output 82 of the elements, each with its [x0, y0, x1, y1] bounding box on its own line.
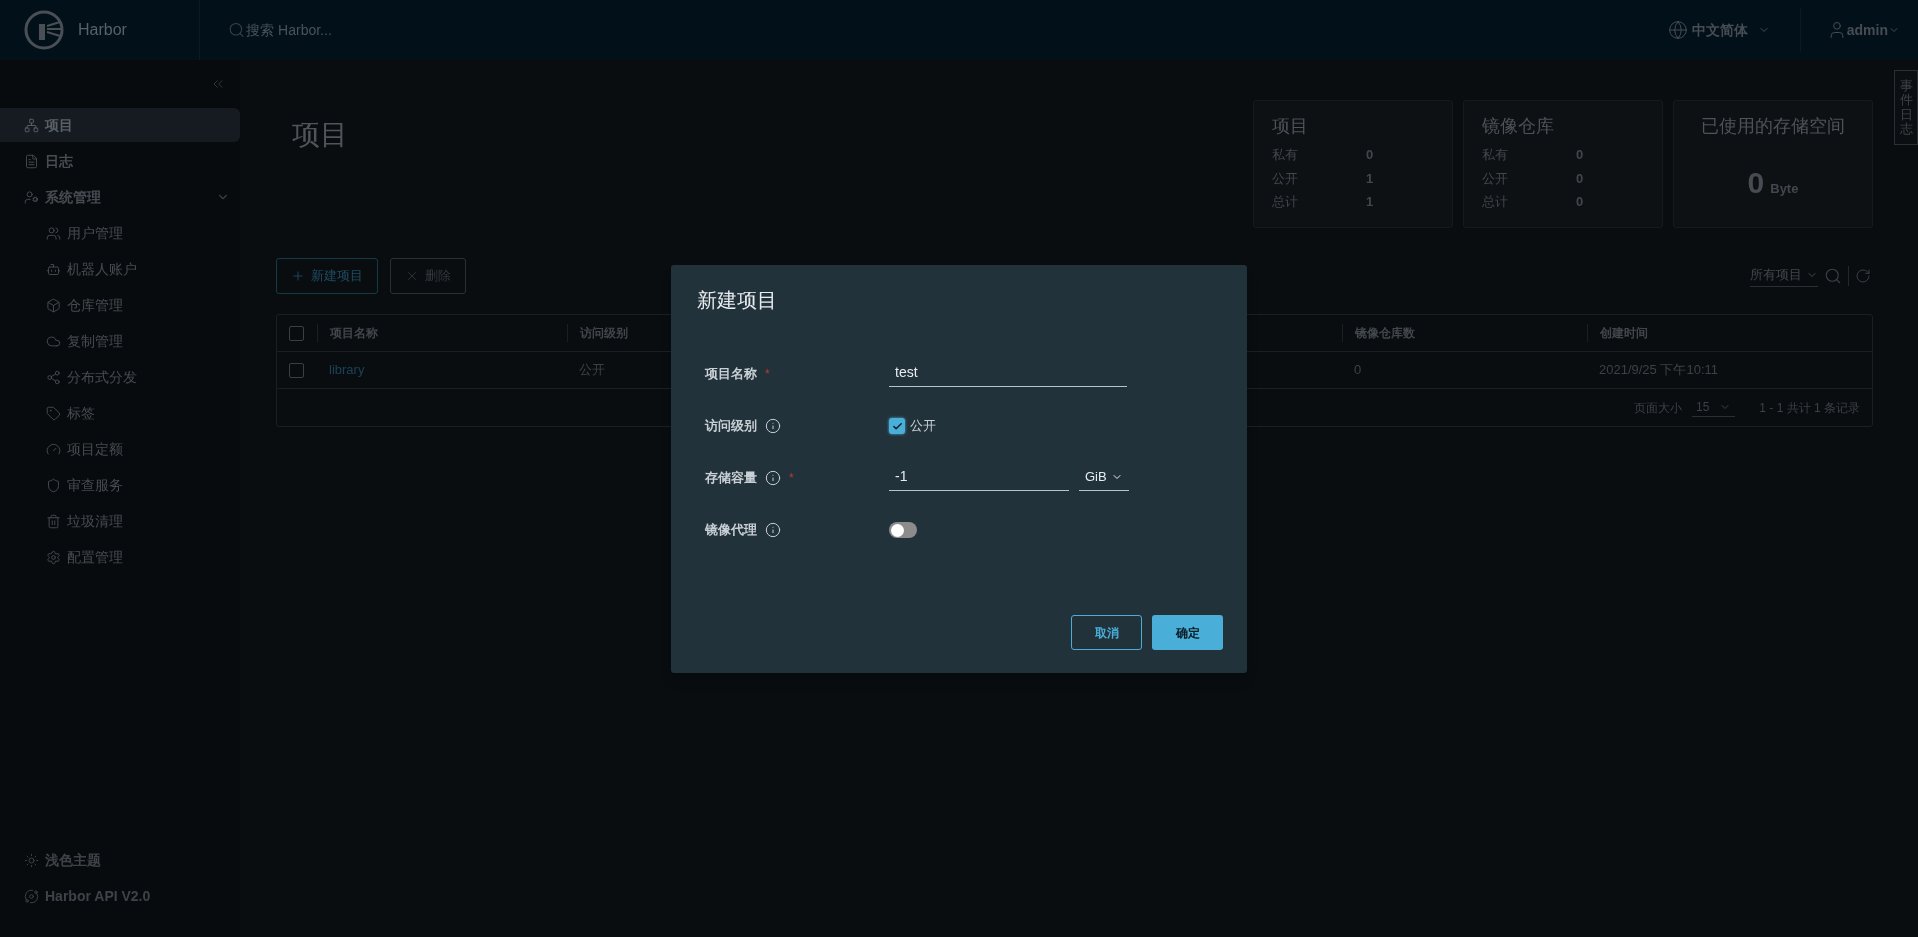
document-icon — [24, 153, 39, 169]
unit-select[interactable]: GiB — [1079, 467, 1129, 491]
checkbox[interactable] — [889, 418, 905, 434]
gauge-icon — [46, 441, 61, 457]
stat-value: 0 — [1576, 146, 1584, 164]
sidebar-item[interactable]: 机器人账户 — [0, 252, 240, 286]
sidebar-item[interactable]: 用户管理 — [0, 216, 240, 250]
sidebar-item[interactable]: 审查服务 — [0, 468, 240, 502]
field-label: 项目名称 — [705, 365, 757, 384]
sidebar-footer-item[interactable]: 浅色主题 — [0, 843, 240, 877]
dialog-button[interactable]: 确定 — [1152, 615, 1223, 650]
toggle-switch[interactable] — [889, 522, 917, 538]
info-icon[interactable] — [765, 418, 781, 434]
search-icon — [228, 21, 246, 39]
sidebar-item[interactable]: 项目定额 — [0, 432, 240, 466]
cloud-icon — [46, 333, 61, 349]
column-header: 项目名称 — [317, 324, 567, 342]
dialog-button[interactable]: 取消 — [1071, 615, 1142, 650]
toolbar-button[interactable]: 新建项目 — [276, 258, 378, 294]
stat-value: 1 — [1366, 193, 1374, 211]
search-field[interactable]: 搜索 Harbor... — [246, 19, 628, 41]
dialog-title: 新建项目 — [697, 288, 778, 313]
info-icon[interactable] — [765, 470, 781, 486]
page-title: 项目 — [292, 118, 348, 152]
refresh-icon[interactable] — [1855, 268, 1871, 284]
share-icon — [46, 369, 61, 385]
sidebar-item[interactable]: 垃圾清理 — [0, 504, 240, 538]
field-label: 存储容量 — [705, 469, 757, 488]
required-mark: * — [789, 470, 794, 487]
checkbox-label: 公开 — [910, 417, 936, 436]
check-icon — [891, 420, 903, 432]
stat-title: 已使用的存储空间 — [1700, 115, 1846, 138]
sidebar-item[interactable]: 仓库管理 — [0, 288, 240, 322]
required-mark: * — [765, 366, 770, 383]
lighthouse-logo-icon — [24, 10, 64, 50]
stat-value: 0 — [1366, 146, 1374, 164]
shield-icon — [46, 477, 61, 493]
sidebar-footer-item[interactable]: Harbor API V2.0 — [0, 879, 240, 913]
close-icon — [405, 269, 419, 283]
app-name: Harbor — [78, 20, 127, 40]
storage-unit: Byte — [1770, 180, 1799, 198]
sidebar-item[interactable]: 日志 — [0, 144, 240, 178]
storage-value: 0 — [1747, 165, 1765, 201]
sidebar-item[interactable]: 分布式分发 — [0, 360, 240, 394]
stat-value: 0 — [1576, 193, 1584, 211]
stat-title: 项目 — [1272, 115, 1309, 138]
cube-icon — [46, 297, 61, 313]
stat-label: 私有 — [1482, 146, 1509, 164]
column-header: 镜像仓库数 — [1342, 324, 1587, 342]
users-icon — [46, 225, 61, 241]
checkbox[interactable] — [289, 362, 304, 378]
sidebar-item[interactable]: 标签 — [0, 396, 240, 430]
field-label: 访问级别 — [705, 417, 757, 436]
settings-icon — [46, 549, 61, 565]
stat-value: 1 — [1366, 169, 1374, 188]
sidebar-item[interactable]: 系统管理 — [0, 180, 240, 214]
sitemap-icon — [24, 117, 39, 133]
column-header: 创建时间 — [1587, 324, 1872, 342]
stat-title: 镜像仓库 — [1482, 115, 1555, 138]
user-menu[interactable]: admin — [1826, 19, 1900, 41]
search-icon[interactable] — [1824, 267, 1842, 285]
user-gear-icon — [24, 189, 39, 205]
sidebar-item[interactable]: 配置管理 — [0, 540, 240, 574]
language-menu[interactable]: 中文简体 — [1667, 19, 1770, 41]
tag-icon — [46, 405, 61, 421]
plus-icon — [291, 269, 305, 283]
filter-dropdown[interactable]: 所有项目 — [1750, 264, 1818, 288]
robot-icon — [46, 261, 61, 277]
project-name-input[interactable]: test — [889, 361, 1127, 387]
sun-icon — [24, 852, 39, 868]
globe-icon — [1667, 20, 1688, 40]
sidebar-item[interactable]: 复制管理 — [0, 324, 240, 358]
trash-icon — [46, 513, 61, 529]
orbit-icon — [24, 888, 39, 904]
info-icon[interactable] — [765, 522, 781, 538]
checkbox[interactable] — [289, 325, 304, 341]
stat-value: 0 — [1576, 169, 1584, 188]
stat-label: 私有 — [1272, 146, 1299, 164]
field-label: 镜像代理 — [705, 521, 757, 540]
sidebar-item[interactable]: 项目 — [0, 108, 240, 142]
project-link[interactable]: library — [329, 360, 365, 380]
storage-quota-input[interactable]: -1 — [889, 465, 1069, 491]
